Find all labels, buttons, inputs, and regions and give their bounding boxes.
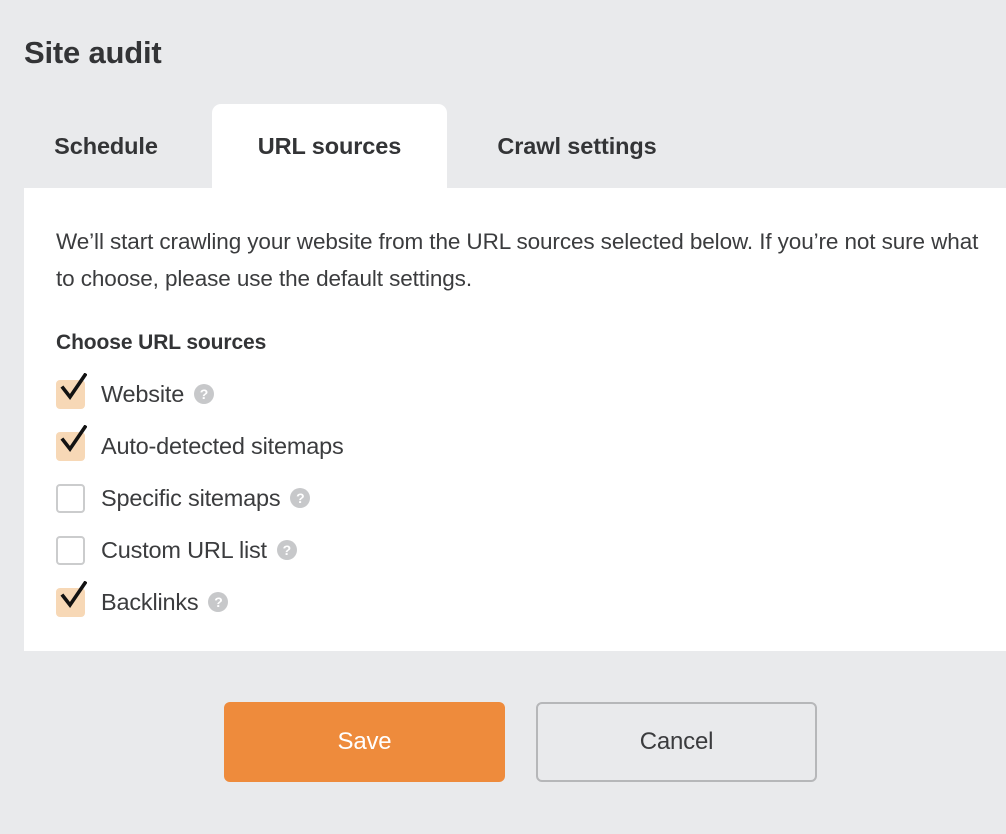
checkmark-icon bbox=[59, 425, 87, 455]
checkbox-auto-detected-sitemaps[interactable] bbox=[56, 432, 85, 461]
checkbox-label-website: Website bbox=[101, 381, 184, 408]
checkbox-website[interactable] bbox=[56, 380, 85, 409]
url-sources-panel: We’ll start crawling your website from t… bbox=[24, 188, 1006, 651]
checkmark-icon bbox=[59, 373, 87, 403]
cancel-button[interactable]: Cancel bbox=[536, 702, 817, 782]
tab-crawl-settings-label: Crawl settings bbox=[497, 133, 656, 160]
help-icon-website[interactable]: ? bbox=[194, 384, 214, 404]
tab-crawl-settings[interactable]: Crawl settings bbox=[447, 104, 707, 188]
checkbox-specific-sitemaps[interactable] bbox=[56, 484, 85, 513]
panel-intro-text: We’ll start crawling your website from t… bbox=[56, 223, 981, 297]
checkbox-row-auto-detected-sitemaps[interactable]: Auto-detected sitemaps bbox=[56, 420, 956, 472]
tab-url-sources[interactable]: URL sources bbox=[212, 104, 447, 188]
checkmark-icon bbox=[59, 581, 87, 611]
dialog-footer: Save Cancel bbox=[224, 702, 817, 782]
checkbox-row-backlinks[interactable]: Backlinks ? bbox=[56, 576, 956, 628]
checkbox-label-specific-sitemaps: Specific sitemaps bbox=[101, 485, 280, 512]
tab-schedule[interactable]: Schedule bbox=[0, 104, 212, 188]
checkbox-label-backlinks: Backlinks bbox=[101, 589, 198, 616]
checkbox-row-website[interactable]: Website ? bbox=[56, 368, 956, 420]
page-title: Site audit bbox=[24, 33, 162, 73]
tab-url-sources-label: URL sources bbox=[258, 133, 401, 160]
checkbox-backlinks[interactable] bbox=[56, 588, 85, 617]
help-icon-specific-sitemaps[interactable]: ? bbox=[290, 488, 310, 508]
checkbox-custom-url-list[interactable] bbox=[56, 536, 85, 565]
checkbox-row-specific-sitemaps[interactable]: Specific sitemaps ? bbox=[56, 472, 956, 524]
help-icon-backlinks[interactable]: ? bbox=[208, 592, 228, 612]
tab-bar: Schedule URL sources Crawl settings bbox=[0, 104, 1006, 188]
help-icon-custom-url-list[interactable]: ? bbox=[277, 540, 297, 560]
section-title-choose-url-sources: Choose URL sources bbox=[56, 331, 266, 355]
save-button[interactable]: Save bbox=[224, 702, 505, 782]
checkbox-label-auto-detected-sitemaps: Auto-detected sitemaps bbox=[101, 433, 344, 460]
checkbox-row-custom-url-list[interactable]: Custom URL list ? bbox=[56, 524, 956, 576]
url-sources-checkbox-list: Website ? Auto-detected sitemaps Specifi… bbox=[56, 368, 956, 628]
tab-schedule-label: Schedule bbox=[54, 133, 158, 160]
checkbox-label-custom-url-list: Custom URL list bbox=[101, 537, 267, 564]
